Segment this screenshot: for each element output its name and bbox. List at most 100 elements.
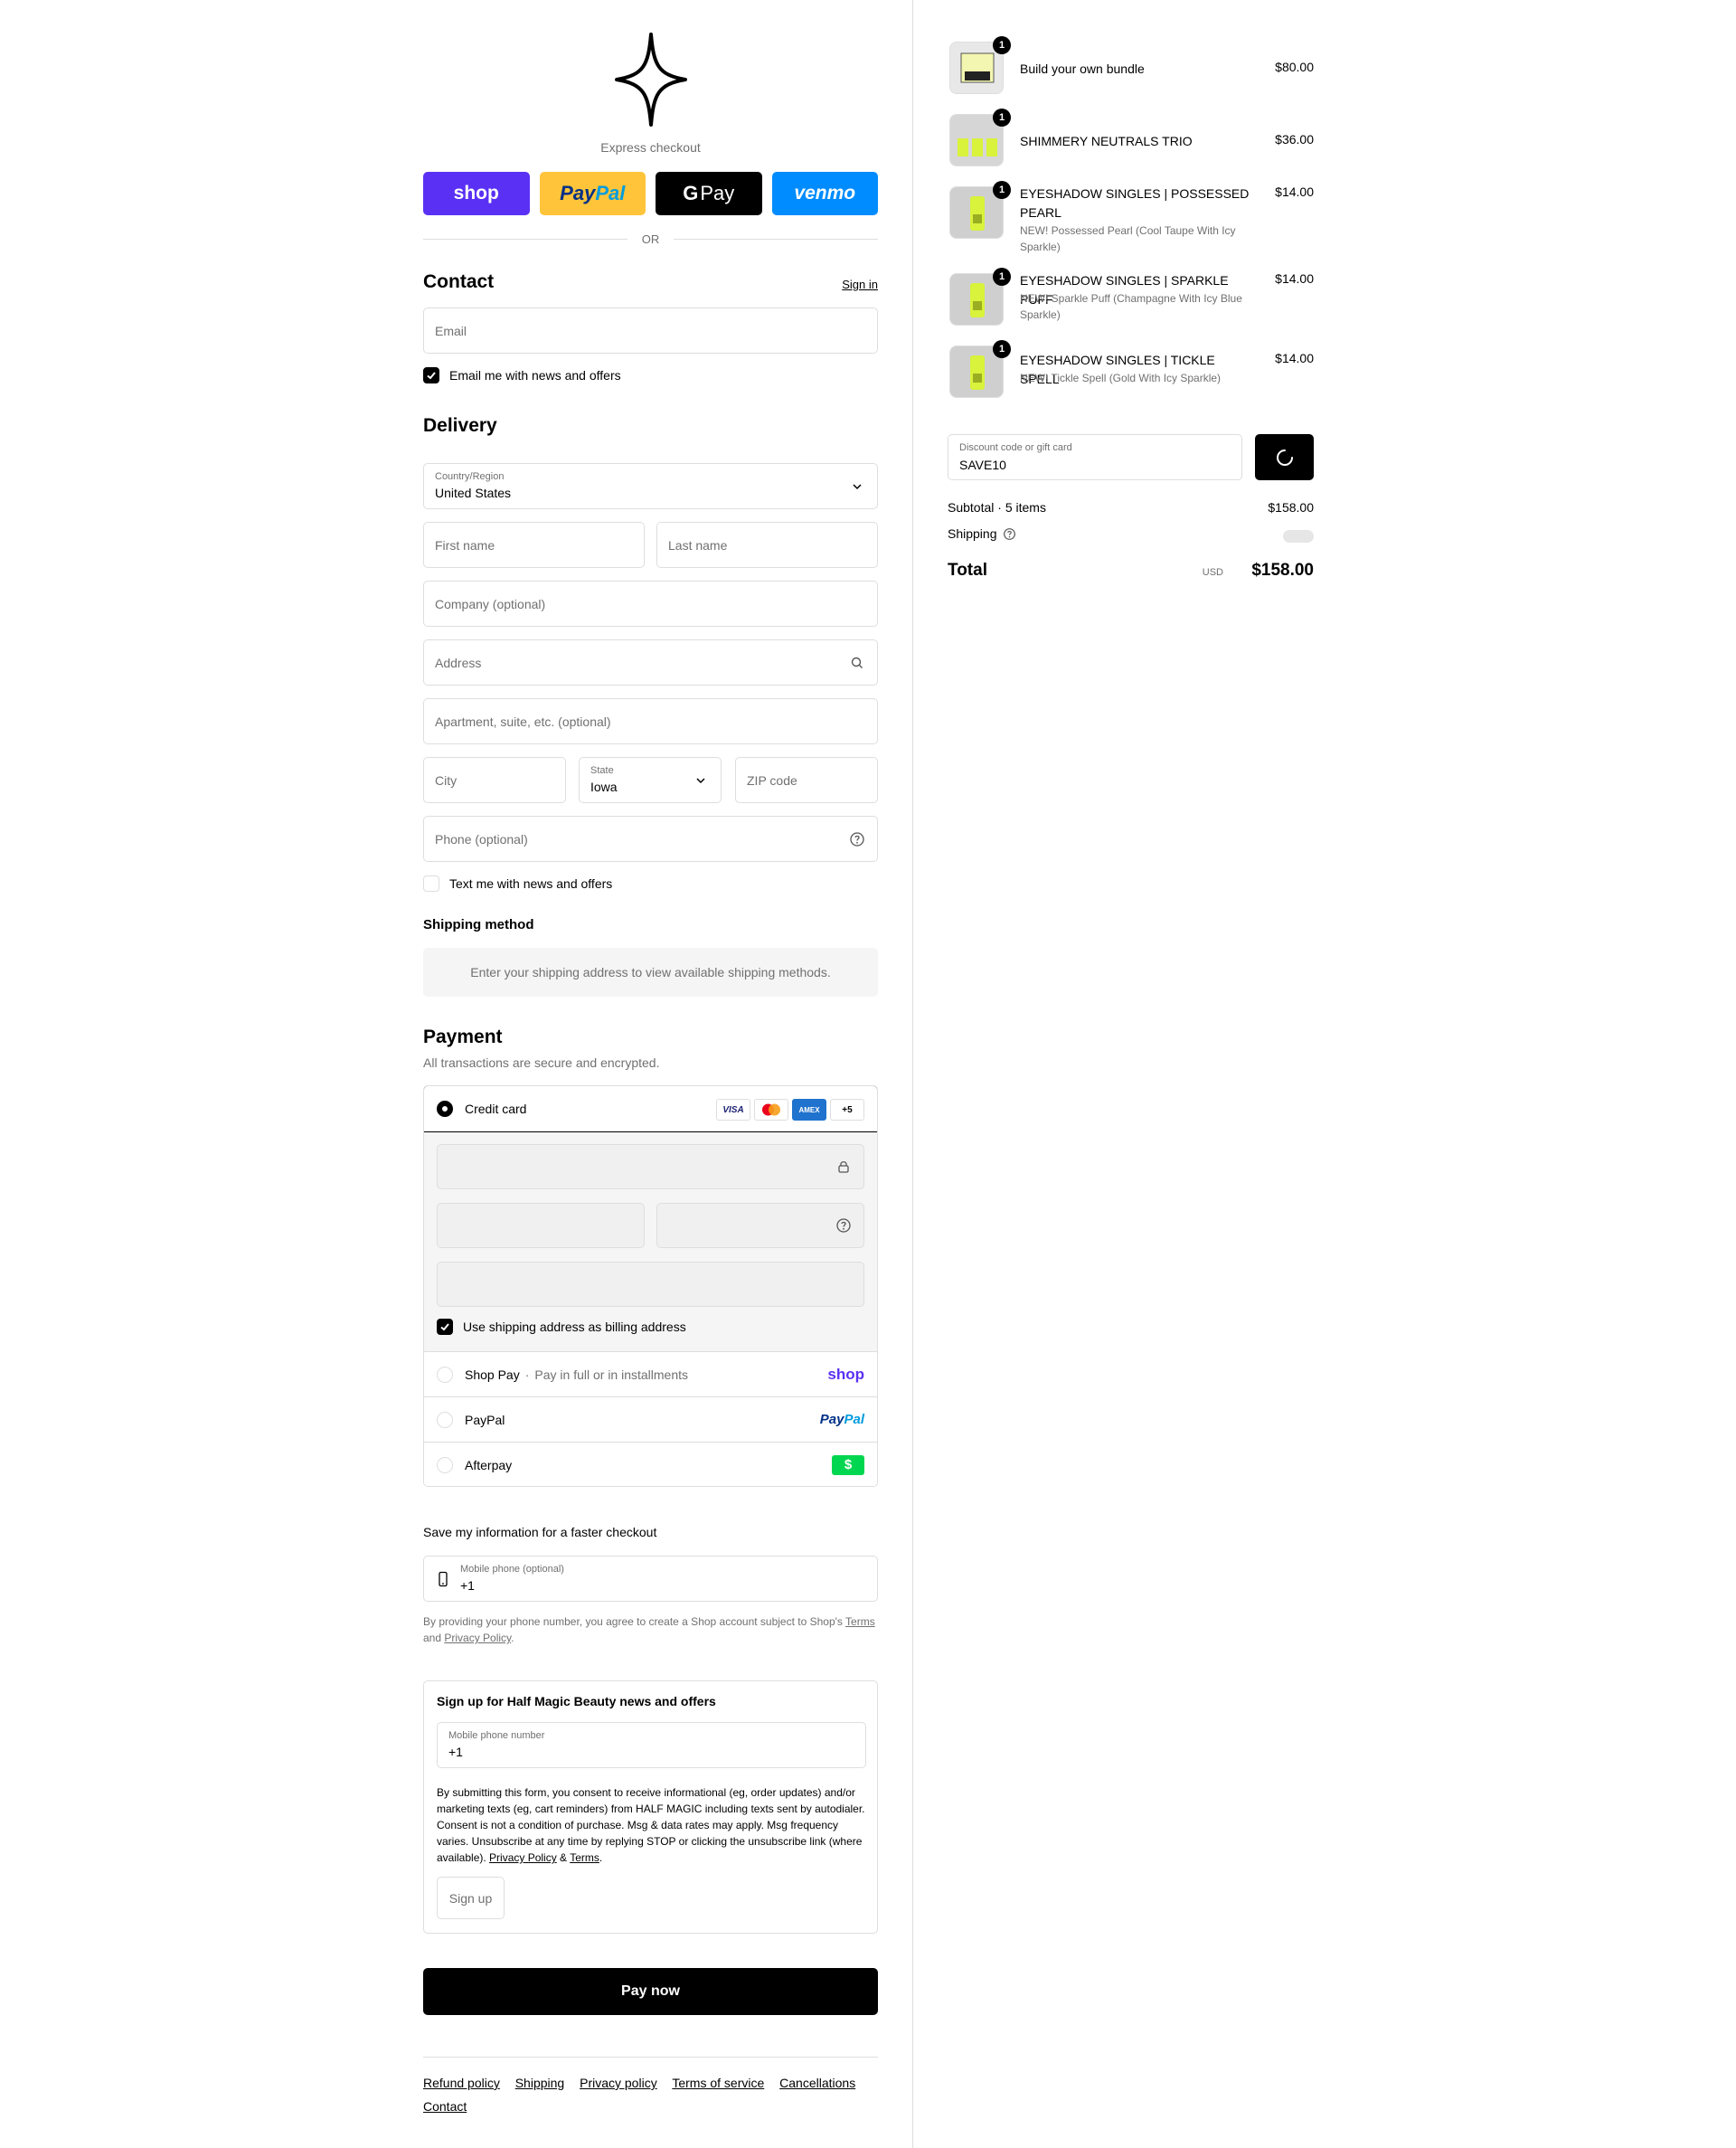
shipping-policy-link[interactable]: Shipping: [515, 2076, 565, 2090]
total-label: Total: [948, 561, 987, 580]
name-on-card-field[interactable]: [437, 1262, 864, 1307]
paypal-logo: PayPal: [820, 1412, 864, 1427]
shop-pay-option[interactable]: Shop Pay · Pay in full or in installment…: [424, 1351, 877, 1396]
chevron-down-icon: [853, 484, 862, 490]
last-name-field[interactable]: Last name: [656, 522, 878, 568]
country-label: Country/Region: [435, 471, 505, 482]
state-select[interactable]: State Iowa: [579, 757, 722, 803]
product-price: $14.00: [1275, 351, 1314, 365]
product-name: Build your own bundle: [1020, 62, 1145, 76]
privacy-policy-link[interactable]: Privacy policy: [580, 2076, 657, 2090]
afterpay-label: Afterpay: [465, 1457, 513, 1472]
first-name-field[interactable]: First name: [423, 522, 645, 568]
last-name-placeholder: Last name: [668, 538, 728, 553]
payment-methods: Credit card VISA AMEX +5 Use shipping ad…: [423, 1085, 878, 1487]
country-select[interactable]: Country/Region United States: [423, 463, 878, 509]
paypal-option[interactable]: PayPal PayPal: [424, 1396, 877, 1442]
discount-code-field[interactable]: Discount code or gift card SAVE10: [948, 434, 1242, 480]
radio-unselected-icon: [437, 1366, 453, 1383]
shop-pay-separator: ·: [524, 1367, 530, 1382]
company-field[interactable]: Company (optional): [423, 581, 878, 627]
shop-pay-wordmark: shop: [453, 183, 499, 203]
product-price: $14.00: [1275, 185, 1314, 199]
paypal-wordmark-b: Pal: [595, 182, 626, 204]
country-value: United States: [435, 486, 512, 500]
more-cards-badge: +5: [830, 1099, 864, 1121]
afterpay-option[interactable]: Afterpay $: [424, 1442, 877, 1486]
venmo-express-button[interactable]: venmo: [771, 172, 878, 215]
signup-mobile-field[interactable]: Mobile phone number +1: [437, 1722, 866, 1768]
checkbox-unchecked-icon: [423, 875, 439, 892]
search-icon: [851, 657, 863, 668]
quantity-badge: 1: [993, 181, 1011, 199]
phone-placeholder: Phone (optional): [435, 832, 528, 847]
signup-button[interactable]: Sign up: [437, 1877, 505, 1919]
contact-heading: Contact: [423, 271, 495, 292]
save-info-heading: Save my information for a faster checkou…: [423, 1525, 657, 1539]
apply-discount-button[interactable]: [1255, 434, 1314, 480]
zip-placeholder: ZIP code: [747, 773, 797, 788]
payment-heading: Payment: [423, 1027, 503, 1047]
line-item: 1 SHIMMERY NEUTRALS TRIO $36.00: [948, 109, 1314, 168]
help-circle-icon[interactable]: [835, 1217, 852, 1234]
credit-card-option[interactable]: Credit card VISA AMEX +5: [424, 1086, 877, 1132]
help-circle-icon[interactable]: [849, 831, 865, 847]
email-field[interactable]: Email: [423, 308, 878, 354]
shop-account-note: By providing your phone number, you agre…: [423, 1613, 878, 1646]
shop-privacy-link[interactable]: Privacy Policy: [444, 1632, 511, 1644]
shop-pay-logo: shop: [827, 1365, 864, 1383]
product-price: $80.00: [1275, 60, 1314, 74]
google-pay-wordmark: Pay: [700, 182, 735, 204]
shop-terms-link[interactable]: Terms: [845, 1615, 875, 1628]
signup-mobile-label: Mobile phone number: [448, 1730, 545, 1741]
address-field[interactable]: Address: [423, 639, 878, 686]
shipping-label: Shipping: [948, 526, 997, 541]
security-code-field[interactable]: [656, 1203, 864, 1248]
shop-mobile-field[interactable]: Mobile phone (optional) +1: [423, 1556, 878, 1602]
loading-spinner-icon: [1276, 449, 1293, 466]
amex-icon: AMEX: [792, 1099, 826, 1121]
radio-unselected-icon: [437, 1411, 453, 1428]
email-news-checkbox[interactable]: Email me with news and offers: [423, 367, 621, 383]
signup-heading: Sign up for Half Magic Beauty news and o…: [437, 1694, 716, 1708]
help-circle-icon[interactable]: [1003, 527, 1016, 541]
pay-now-button[interactable]: Pay now: [423, 1968, 878, 2015]
shop-account-note-text-c: .: [511, 1632, 514, 1644]
apartment-field[interactable]: Apartment, suite, etc. (optional): [423, 698, 878, 744]
sign-in-link[interactable]: Sign in: [842, 278, 878, 291]
line-item: 1 EYESHADOW SINGLES | TICKLE SPELL NEW! …: [948, 340, 1314, 400]
or-label: OR: [641, 232, 660, 246]
paypal-logo-a: Pay: [819, 1412, 844, 1427]
payment-secure-note: All transactions are secure and encrypte…: [423, 1055, 660, 1070]
paypal-express-button[interactable]: Pay Pal: [539, 172, 646, 215]
quantity-badge: 1: [993, 36, 1011, 54]
text-news-label: Text me with news and offers: [449, 876, 613, 891]
brand-star-logo: [615, 33, 687, 127]
signup-period: .: [599, 1851, 603, 1864]
expiration-field[interactable]: [437, 1203, 645, 1248]
signup-terms-link[interactable]: Terms: [570, 1851, 599, 1864]
billing-address-checkbox[interactable]: Use shipping address as billing address: [437, 1319, 686, 1335]
signup-privacy-link[interactable]: Privacy Policy: [489, 1851, 557, 1864]
contact-link[interactable]: Contact: [423, 2099, 467, 2114]
terms-of-service-link[interactable]: Terms of service: [672, 2076, 764, 2090]
shop-mobile-label: Mobile phone (optional): [460, 1564, 564, 1575]
google-pay-express-button[interactable]: G Pay: [656, 172, 762, 215]
phone-field[interactable]: Phone (optional): [423, 816, 878, 862]
afterpay-logo-icon: $: [832, 1454, 864, 1475]
zip-field[interactable]: ZIP code: [735, 757, 878, 803]
city-field[interactable]: City: [423, 757, 566, 803]
column-divider: [912, 0, 913, 2148]
cancellations-link[interactable]: Cancellations: [779, 2076, 855, 2090]
checkbox-checked-icon: [423, 367, 439, 383]
shop-account-note-text-b: and: [423, 1632, 445, 1644]
subtotal-row: Subtotal · 5 items $158.00: [948, 500, 1314, 515]
shop-pay-express-button[interactable]: shop: [423, 172, 530, 215]
address-placeholder: Address: [435, 656, 482, 670]
radio-selected-icon: [437, 1101, 453, 1117]
express-checkout-label: Express checkout: [600, 140, 701, 155]
refund-policy-link[interactable]: Refund policy: [423, 2076, 500, 2090]
card-number-field[interactable]: [437, 1144, 864, 1189]
product-variant: NEW! Tickle Spell (Gold With Icy Sparkle…: [1020, 372, 1222, 384]
text-news-checkbox[interactable]: Text me with news and offers: [423, 875, 612, 892]
